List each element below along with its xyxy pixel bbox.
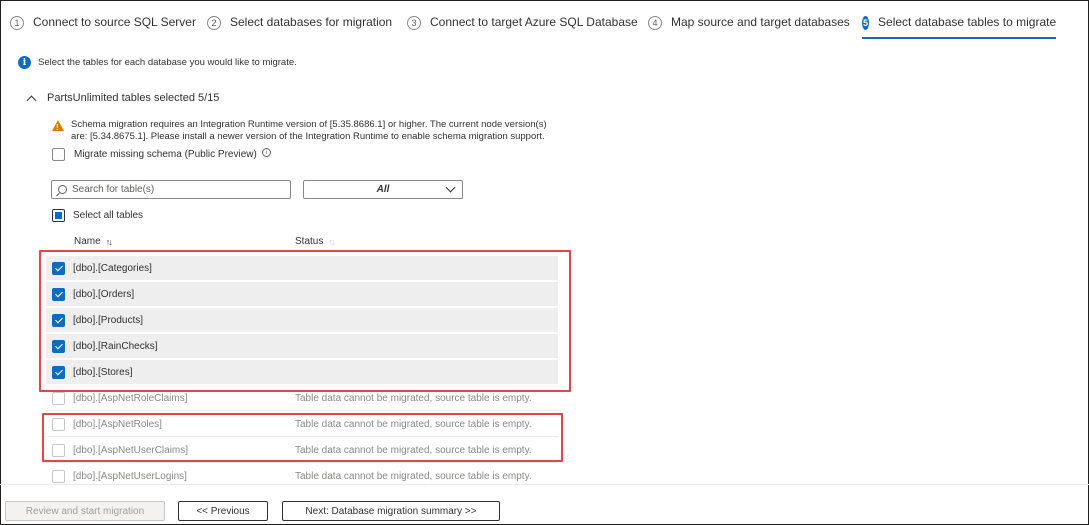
sort-icon: ↑↓	[105, 236, 113, 247]
filter-value: All	[376, 184, 390, 195]
step-label: Connect to source SQL Server	[33, 15, 196, 29]
step-label: Map source and target databases	[671, 15, 850, 29]
info-banner: i Select the tables for each database yo…	[18, 56, 297, 69]
previous-button[interactable]: << Previous	[178, 501, 268, 521]
row-checkbox	[52, 470, 65, 483]
column-label: Status	[295, 236, 324, 247]
step-number: 5	[862, 16, 870, 30]
column-header-name[interactable]: Name ↑↓	[74, 236, 113, 247]
sort-icon: ↑↓	[328, 236, 335, 247]
chevron-down-icon	[445, 182, 456, 193]
status-filter-dropdown[interactable]: All	[303, 180, 463, 199]
wizard-steps: 1 Connect to source SQL Server 2 Select …	[0, 0, 1089, 42]
footer-divider	[0, 484, 1089, 485]
step-number: 4	[648, 16, 662, 30]
review-start-migration-button[interactable]: Review and start migration	[5, 501, 165, 521]
step-number: 1	[10, 16, 24, 30]
migrate-schema-checkbox[interactable]	[52, 148, 65, 161]
step-select-tables[interactable]: 5 Select database tables to migrate	[862, 15, 1056, 39]
migrate-schema-label: Migrate missing schema (Public Preview)	[74, 149, 257, 160]
step-connect-source[interactable]: 1 Connect to source SQL Server	[10, 15, 196, 39]
table-status: Table data cannot be migrated, source ta…	[295, 471, 532, 482]
column-label: Name	[74, 236, 101, 247]
select-all-row: Select all tables	[52, 209, 143, 222]
step-number: 2	[207, 16, 221, 30]
table-name: [dbo].[AspNetUserLogins]	[73, 471, 187, 482]
highlight-box-empty	[42, 413, 563, 462]
schema-warning: ! Schema migration requires an Integrati…	[52, 119, 572, 143]
table-search-input[interactable]	[72, 184, 272, 195]
highlight-box-selected	[39, 250, 571, 392]
info-icon: i	[18, 56, 31, 69]
table-status: Table data cannot be migrated, source ta…	[295, 392, 532, 404]
table-row: [dbo].[AspNetUserLogins] Table data cann…	[46, 464, 558, 489]
step-label: Connect to target Azure SQL Database	[430, 15, 638, 29]
database-section-toggle[interactable]: PartsUnlimited tables selected 5/15	[26, 92, 220, 105]
step-select-databases[interactable]: 2 Select databases for migration	[207, 15, 392, 39]
table-name: [dbo].[AspNetRoleClaims]	[73, 392, 188, 404]
search-icon	[58, 185, 67, 194]
warning-icon: !	[52, 120, 64, 132]
step-label: Select databases for migration	[230, 15, 393, 29]
step-connect-target[interactable]: 3 Connect to target Azure SQL Database	[407, 15, 638, 39]
info-text: Select the tables for each database you …	[38, 57, 297, 68]
table-search-box	[51, 180, 291, 199]
warning-text-line1: Schema migration requires an Integration…	[71, 119, 547, 130]
step-number: 3	[407, 16, 421, 30]
select-all-label: Select all tables	[73, 210, 144, 221]
info-icon[interactable]: i	[261, 148, 271, 157]
warning-text-line2: are: [5.34.8675.1]. Please install a new…	[71, 131, 545, 142]
column-header-status[interactable]: Status ↑↓	[295, 236, 335, 247]
select-all-checkbox[interactable]	[52, 209, 65, 222]
row-checkbox	[52, 391, 65, 405]
next-summary-button[interactable]: Next: Database migration summary >>	[282, 501, 500, 521]
step-label: Select database tables to migrate	[878, 15, 1057, 29]
chevron-up-icon	[26, 95, 37, 105]
migrate-schema-option: Migrate missing schema (Public Preview) …	[52, 148, 271, 161]
section-title: PartsUnlimited tables selected 5/15	[47, 92, 220, 104]
step-map-databases[interactable]: 4 Map source and target databases	[648, 15, 850, 39]
